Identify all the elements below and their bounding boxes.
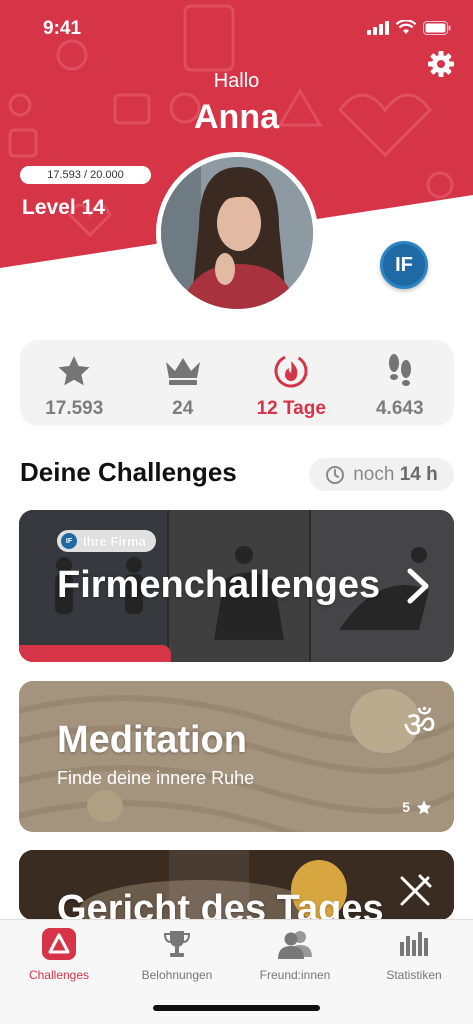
company-badge[interactable]: IF xyxy=(380,241,428,289)
tab-statistics[interactable]: Statistiken xyxy=(355,928,473,982)
stat-rank-value: 24 xyxy=(172,398,194,419)
tab-label: Freund:innen xyxy=(259,968,331,982)
stat-streak[interactable]: 12 Tage xyxy=(237,340,346,426)
home-indicator xyxy=(153,1005,320,1011)
tab-challenges[interactable]: Challenges xyxy=(0,928,118,982)
stats-panel: 17.593 24 12 Tage 4.643 xyxy=(20,340,454,426)
friends-icon xyxy=(278,931,312,959)
flame-icon xyxy=(274,354,308,388)
rating-value: 5 xyxy=(402,799,410,815)
tab-label: Statistiken xyxy=(386,968,442,982)
stat-rank[interactable]: 24 xyxy=(129,340,238,426)
card-subtitle: Finde deine innere Ruhe xyxy=(57,768,255,788)
status-bar: 9:41 xyxy=(0,0,473,56)
timer-prefix: noch xyxy=(353,463,395,485)
rating-star-icon xyxy=(416,799,432,814)
battery-icon xyxy=(423,20,451,35)
profile-header: 9:41 Hallo Anna 17.593 / 20.000 Level 14… xyxy=(0,0,473,330)
profile-avatar[interactable] xyxy=(156,152,318,314)
tab-friends[interactable]: Freund:innen xyxy=(236,928,354,982)
company-pill: IF Ihre Firma xyxy=(57,530,156,552)
challenge-timer: noch 14 h xyxy=(309,458,454,491)
challenges-icon xyxy=(42,928,76,960)
level-label: Level 14 xyxy=(22,196,105,219)
cellular-signal-icon xyxy=(367,20,389,35)
card-rating: 5 xyxy=(402,799,432,815)
trophy-icon xyxy=(163,931,191,957)
greeting-text: Hallo xyxy=(213,70,260,92)
star-icon xyxy=(58,356,90,386)
tab-label: Challenges xyxy=(28,968,90,982)
company-logo-dot: IF xyxy=(61,533,77,549)
fork-knife-icon xyxy=(400,874,432,906)
card-title: Meditation xyxy=(57,719,247,761)
status-time: 9:41 xyxy=(43,18,82,39)
footsteps-icon xyxy=(388,354,411,386)
tab-rewards[interactable]: Belohnungen xyxy=(118,928,236,982)
xp-progress-text: 17.593 / 20.000 xyxy=(47,169,124,181)
company-pill-label: Ihre Firma xyxy=(83,533,146,549)
card-title: Gericht des Tages xyxy=(57,888,384,920)
card-title: Firmenchallenges xyxy=(57,564,381,606)
wifi-icon xyxy=(396,20,416,34)
crown-icon xyxy=(165,358,200,385)
challenge-progress-bar xyxy=(19,645,172,662)
stat-steps[interactable]: 4.643 xyxy=(346,340,455,426)
meditation-card[interactable]: ॐ Meditation Finde deine innere Ruhe 5 xyxy=(19,681,454,832)
section-title: Deine Challenges xyxy=(20,457,237,487)
stat-points-value: 17.593 xyxy=(45,398,104,419)
om-icon: ॐ xyxy=(403,704,436,745)
stat-streak-value: 12 Tage xyxy=(256,398,326,419)
chevron-right-icon xyxy=(407,568,429,604)
statistics-icon xyxy=(400,932,428,956)
stat-steps-value: 4.643 xyxy=(375,398,424,419)
stat-points[interactable]: 17.593 xyxy=(20,340,129,426)
company-challenges-card[interactable]: IF Ihre Firma Firmenchallenges xyxy=(19,510,454,662)
timer-value: 14 h xyxy=(399,463,438,485)
avatar-portrait xyxy=(161,157,313,309)
tab-label: Belohnungen xyxy=(141,968,213,982)
clock-icon xyxy=(326,465,345,484)
dish-of-the-day-card[interactable]: Gericht des Tages xyxy=(19,850,454,920)
xp-progress-bar: 17.593 / 20.000 xyxy=(20,166,151,184)
user-name: Anna xyxy=(194,98,279,136)
